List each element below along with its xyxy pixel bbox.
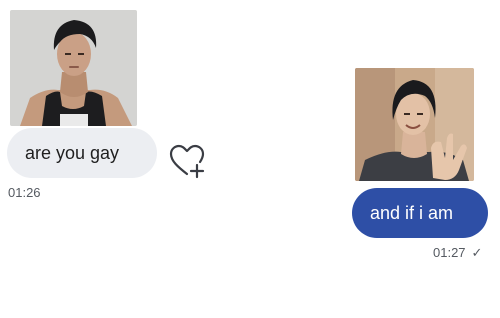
received-message-text: are you gay	[25, 142, 120, 163]
sent-message-bubble[interactable]: and if i am	[352, 188, 488, 238]
person-photo	[10, 10, 137, 126]
received-timestamp: 01:26	[8, 185, 41, 200]
add-reaction-button[interactable]	[168, 143, 206, 179]
received-message-bubble[interactable]: are you gay	[7, 128, 157, 178]
sent-time-text: 01:27	[433, 245, 466, 260]
person-photo	[355, 68, 474, 181]
checkmark-icon: ✓	[471, 245, 483, 260]
sent-message-text: and if i am	[370, 202, 454, 223]
received-photo-message[interactable]	[10, 10, 137, 126]
sent-photo-message[interactable]	[355, 68, 474, 181]
sent-timestamp: 01:27 ✓	[433, 245, 482, 261]
heart-plus-icon	[169, 144, 205, 179]
